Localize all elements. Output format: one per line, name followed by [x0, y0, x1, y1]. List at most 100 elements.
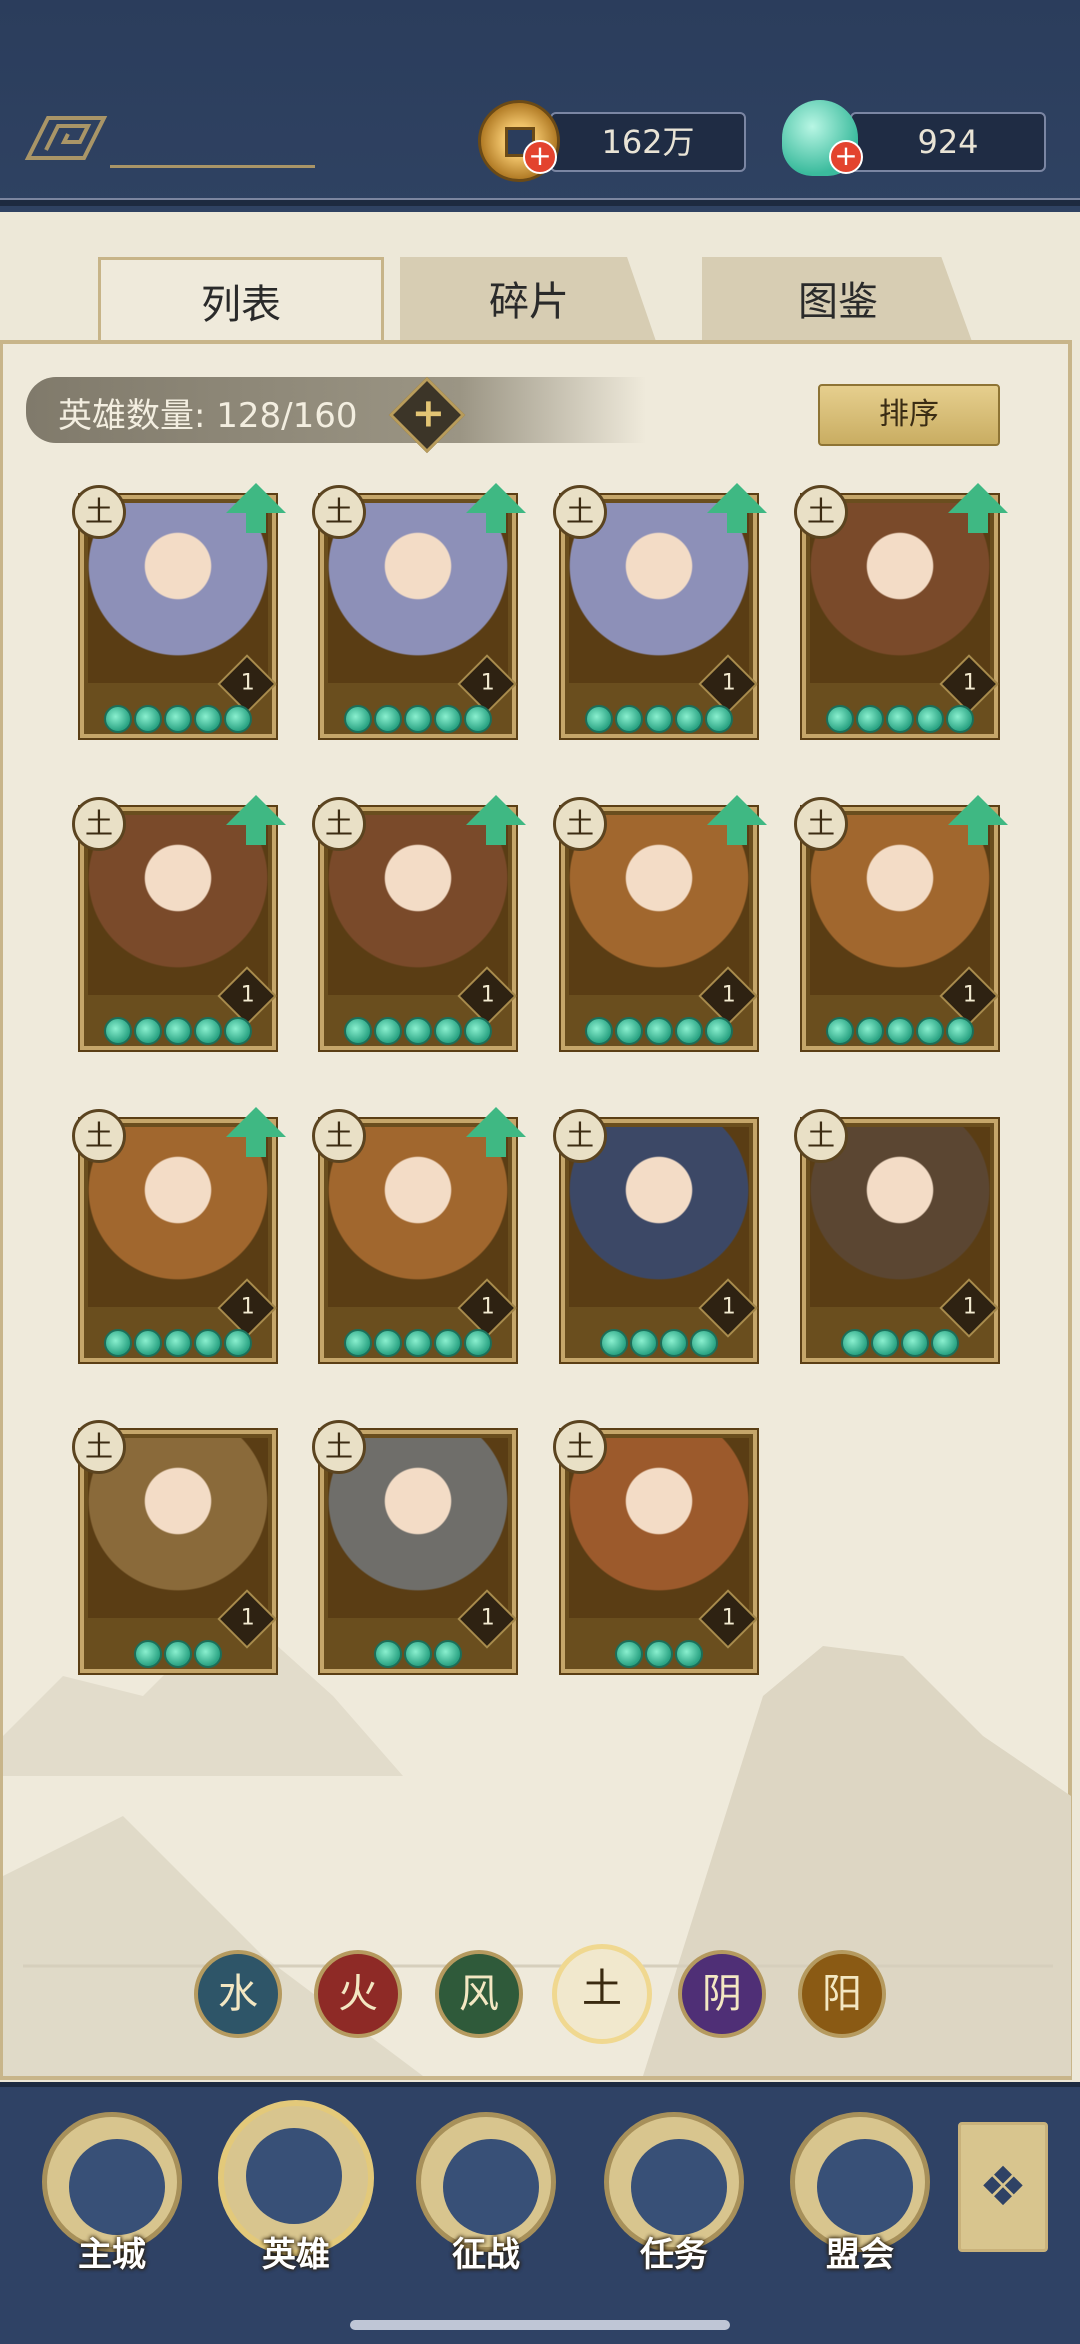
star-orb-icon [464, 1017, 492, 1045]
header-divider [110, 165, 315, 168]
star-orb-icon [344, 1329, 372, 1357]
star-orb-icon [826, 705, 854, 733]
star-orb-icon [645, 1640, 673, 1668]
star-orb-icon [585, 705, 613, 733]
copper-balance: 162万 [550, 112, 746, 172]
hero-card[interactable]: 土1 [794, 483, 1008, 740]
star-orb-icon [434, 705, 462, 733]
star-orb-icon [104, 705, 132, 733]
star-orb-icon [104, 1329, 132, 1357]
element-badge: 土 [553, 1109, 607, 1163]
home-indicator [350, 2320, 730, 2330]
star-row [320, 1640, 516, 1668]
star-orb-icon [645, 705, 673, 733]
element-badge: 土 [794, 485, 848, 539]
hero-card[interactable]: 土1 [553, 1420, 759, 1675]
star-row [80, 705, 276, 733]
star-orb-icon [615, 1640, 643, 1668]
nav-label: 主城 [78, 2235, 146, 2275]
element-filter[interactable]: 风 [435, 1950, 523, 2038]
star-orb-icon [134, 1329, 162, 1357]
hero-card[interactable]: 土1 [72, 1107, 286, 1364]
nav-2[interactable]: 征战 [416, 2112, 556, 2275]
star-orb-icon [404, 1329, 432, 1357]
element-badge: 土 [553, 485, 607, 539]
hero-card[interactable]: 土1 [312, 795, 526, 1052]
add-jade-button[interactable]: + [829, 140, 863, 174]
element-filter[interactable]: 水 [194, 1950, 282, 2038]
hero-card[interactable]: 土1 [72, 795, 286, 1052]
lattice-menu-icon[interactable]: ❖ [958, 2122, 1048, 2252]
star-orb-icon [344, 1017, 372, 1045]
hero-card[interactable]: 土1 [312, 483, 526, 740]
star-orb-icon [946, 1017, 974, 1045]
star-orb-icon [675, 705, 703, 733]
hero-card[interactable]: 土1 [553, 483, 767, 740]
element-filter[interactable]: 阴 [678, 1950, 766, 2038]
tab-list[interactable]: 列表 [98, 257, 384, 350]
star-orb-icon [856, 705, 884, 733]
star-orb-icon [404, 1017, 432, 1045]
star-orb-icon [104, 1017, 132, 1045]
star-row [80, 1329, 276, 1357]
nav-3[interactable]: 任务 [604, 2112, 744, 2275]
star-row [320, 705, 516, 733]
star-orb-icon [224, 1329, 252, 1357]
star-orb-icon [901, 1329, 929, 1357]
star-orb-icon [871, 1329, 899, 1357]
hero-card[interactable]: 土1 [553, 1109, 759, 1364]
star-orb-icon [134, 705, 162, 733]
tab-codex[interactable]: 图鉴 [702, 257, 974, 347]
star-orb-icon [434, 1017, 462, 1045]
element-filter[interactable]: 阳 [798, 1950, 886, 2038]
hero-card[interactable]: 土1 [312, 1107, 526, 1364]
star-orb-icon [886, 1017, 914, 1045]
star-orb-icon [660, 1329, 688, 1357]
hero-card[interactable]: 土1 [312, 1420, 518, 1675]
top-rule [0, 198, 1080, 206]
hero-card[interactable]: 土1 [72, 1420, 278, 1675]
star-orb-icon [194, 705, 222, 733]
top-bar: 162万 + 924 + [0, 0, 1080, 215]
hero-card[interactable]: 土1 [72, 483, 286, 740]
upgrade-arrow-icon [226, 1107, 286, 1137]
star-row [561, 705, 757, 733]
add-copper-button[interactable]: + [523, 140, 557, 174]
element-badge: 土 [72, 1420, 126, 1474]
star-row [320, 1017, 516, 1045]
star-orb-icon [464, 1329, 492, 1357]
star-orb-icon [464, 705, 492, 733]
star-orb-icon [886, 705, 914, 733]
star-orb-icon [224, 705, 252, 733]
nav-0[interactable]: 主城 [42, 2112, 182, 2275]
upgrade-arrow-icon [466, 1107, 526, 1137]
element-filter[interactable]: 土 [552, 1944, 652, 2044]
upgrade-arrow-icon [466, 483, 526, 513]
star-orb-icon [946, 705, 974, 733]
star-orb-icon [916, 1017, 944, 1045]
upgrade-arrow-icon [466, 795, 526, 825]
upgrade-arrow-icon [948, 795, 1008, 825]
hero-card[interactable]: 土1 [794, 1109, 1000, 1364]
sort-button[interactable]: 排序 [818, 384, 1000, 446]
star-row [80, 1017, 276, 1045]
nav-4[interactable]: 盟会 [790, 2112, 930, 2275]
star-orb-icon [645, 1017, 673, 1045]
element-badge: 土 [312, 1420, 366, 1474]
tab-fragments[interactable]: 碎片 [400, 257, 658, 347]
star-orb-icon [164, 705, 192, 733]
hero-card[interactable]: 土1 [794, 795, 1008, 1052]
star-orb-icon [690, 1329, 718, 1357]
menu-emblem-icon[interactable] [18, 112, 108, 164]
star-row [802, 1017, 998, 1045]
nav-1[interactable]: 英雄 [218, 2100, 374, 2275]
element-filter[interactable]: 火 [314, 1950, 402, 2038]
element-badge: 土 [794, 797, 848, 851]
element-badge: 土 [794, 1109, 848, 1163]
jade-balance: 924 [850, 112, 1046, 172]
element-badge: 土 [312, 485, 366, 539]
star-row [561, 1640, 757, 1668]
hero-card[interactable]: 土1 [553, 795, 767, 1052]
star-orb-icon [374, 705, 402, 733]
star-orb-icon [931, 1329, 959, 1357]
